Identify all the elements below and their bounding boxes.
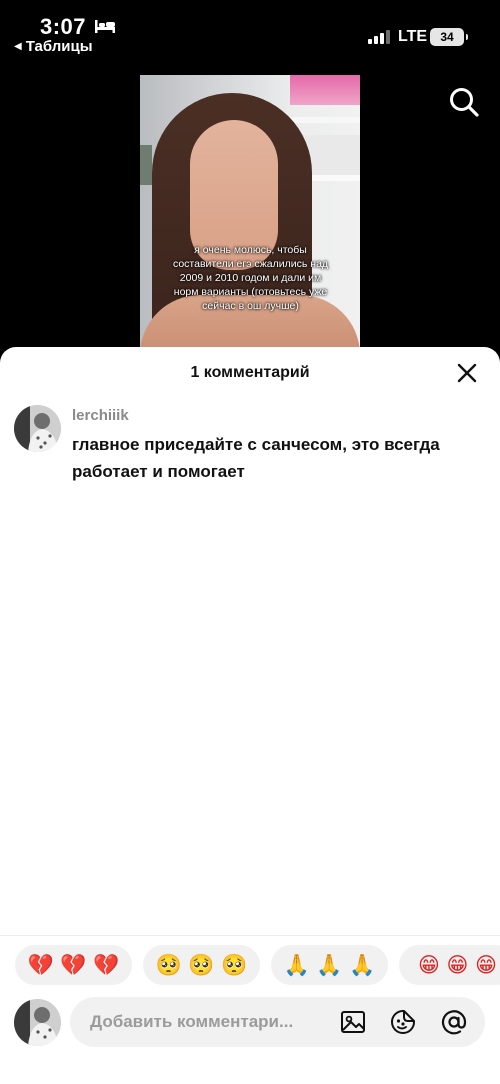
status-bar: 3:07 ◀ Таблицы LTE 34: [0, 0, 500, 60]
close-icon[interactable]: [455, 361, 479, 385]
comment-input-row: Добавить комментари...: [0, 995, 500, 1051]
search-icon[interactable]: [448, 86, 480, 118]
comment-input-placeholder: Добавить комментари...: [90, 1012, 294, 1031]
avatar[interactable]: [14, 405, 61, 452]
back-app-label: Таблицы: [25, 38, 93, 55]
image-icon[interactable]: [340, 1009, 366, 1035]
status-time: 3:07: [40, 14, 87, 39]
comments-count-title: 1 комментарий: [190, 364, 310, 381]
battery-icon: 34: [430, 28, 468, 46]
background-frame: [140, 145, 152, 185]
video-caption: я очень молюсь, чтобы составители егэ сж…: [172, 244, 329, 312]
quick-emoji-pray[interactable]: 🙏 🙏 🙏: [271, 945, 388, 985]
avatar-image: [14, 405, 61, 452]
video-preview[interactable]: я очень молюсь, чтобы составители егэ сж…: [140, 75, 360, 347]
background-shelf: [290, 75, 360, 105]
network-type: LTE: [398, 28, 428, 45]
quick-emoji-bar: 💔 💔 💔 🥺 🥺 🥺 🙏 🙏 🙏 😁 😁 😁: [15, 945, 500, 985]
back-to-app-button[interactable]: ◀ Таблицы: [14, 38, 93, 55]
quick-emoji-grin[interactable]: 😁 😁 😁: [399, 945, 500, 985]
mention-icon[interactable]: [441, 1009, 467, 1035]
divider: [0, 935, 500, 936]
comment-username[interactable]: lerchiiik: [72, 407, 129, 424]
cellular-signal-icon: [368, 30, 390, 44]
comment-input[interactable]: Добавить комментари...: [70, 997, 485, 1047]
comments-sheet: 1 комментарий lerchiiik главное приседай…: [0, 347, 500, 1084]
battery-level: 34: [440, 30, 454, 44]
avatar: [14, 999, 61, 1046]
quick-emoji-broken-heart[interactable]: 💔 💔 💔: [15, 945, 132, 985]
back-arrow-icon: ◀: [14, 41, 22, 52]
avatar-image: [14, 999, 61, 1046]
comment-text: главное приседайте с санчесом, это всегд…: [72, 435, 440, 481]
background-wall: [305, 135, 360, 175]
sleep-focus-icon: [95, 20, 115, 33]
emoji-icon[interactable]: [390, 1009, 416, 1035]
quick-emoji-pleading[interactable]: 🥺 🥺 🥺: [143, 945, 260, 985]
